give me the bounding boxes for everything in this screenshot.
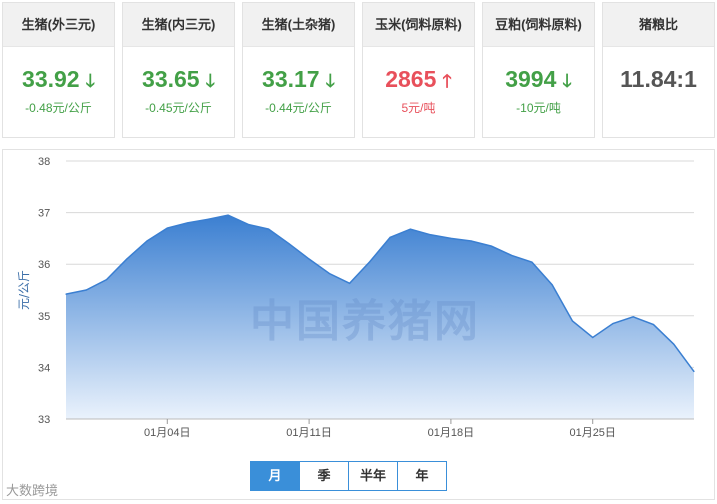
data-point [207, 218, 209, 220]
x-tick-label: 01月18日 [428, 427, 474, 439]
period-quarter-button[interactable]: 季 [299, 462, 348, 490]
period-month-button[interactable]: 月 [251, 462, 299, 490]
y-tick-label: 35 [38, 311, 50, 323]
data-point [227, 214, 229, 216]
x-tick-label: 01月11日 [286, 427, 332, 439]
data-point [126, 258, 128, 260]
data-point [409, 228, 411, 230]
site-logo: 大数跨境 [6, 480, 58, 499]
data-point [146, 240, 148, 242]
data-point [105, 279, 108, 281]
data-point [450, 237, 452, 239]
data-point [247, 223, 249, 226]
data-point [328, 272, 330, 275]
period-selector: 月 季 半年 年 [250, 461, 447, 491]
y-tick-label: 34 [38, 362, 50, 374]
x-tick-label: 01月04日 [144, 427, 190, 439]
y-tick-label: 37 [38, 208, 50, 220]
data-point [531, 261, 533, 263]
data-point [166, 227, 168, 229]
x-tick-label: 01月25日 [569, 427, 615, 439]
logo-text: 大数跨境 [6, 483, 59, 498]
data-point [490, 245, 493, 247]
price-area-chart: 33 34 35 36 37 38 01月04日 01月11日 01月18日 01月25日 元/公斤 [17, 156, 695, 439]
data-point [693, 370, 695, 373]
y-tick-label: 33 [38, 414, 50, 426]
data-point [369, 261, 371, 263]
y-axis-title: 元/公斤 [17, 270, 31, 310]
data-point [511, 254, 513, 257]
data-point [571, 320, 574, 322]
data-point [673, 343, 675, 345]
data-point [612, 322, 614, 325]
data-point [267, 228, 270, 230]
period-year-button[interactable]: 年 [397, 462, 446, 490]
period-halfyear-button[interactable]: 半年 [348, 462, 397, 490]
watermark: 中国养猪网 [250, 296, 480, 347]
data-point [186, 222, 189, 224]
y-tick-label: 36 [38, 259, 50, 271]
data-point [430, 234, 432, 236]
data-point [389, 236, 391, 238]
data-point [652, 323, 655, 326]
data-point [288, 242, 290, 245]
data-point [349, 282, 351, 284]
data-point [85, 289, 87, 291]
data-point [308, 258, 310, 260]
data-point [632, 316, 634, 318]
y-tick-label: 38 [38, 156, 50, 168]
data-point [592, 336, 594, 339]
data-point [551, 284, 553, 286]
data-point [65, 293, 67, 295]
data-point [470, 240, 472, 242]
